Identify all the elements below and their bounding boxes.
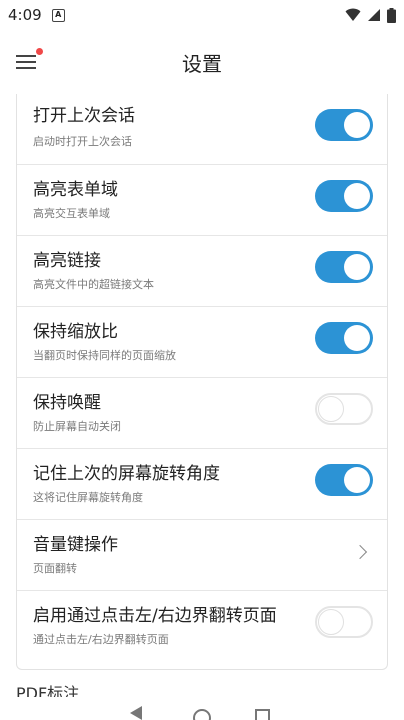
setting-subtitle: 高亮文件中的超链接文本 bbox=[33, 278, 154, 291]
cellular-signal-icon bbox=[368, 9, 380, 21]
toggle-knob bbox=[344, 112, 370, 138]
recents-icon bbox=[255, 709, 270, 720]
status-time: 4:09 bbox=[8, 6, 42, 24]
status-icons bbox=[345, 7, 396, 23]
setting-title: 音量键操作 bbox=[33, 535, 118, 555]
menu-button[interactable] bbox=[14, 48, 43, 74]
setting-keep-awake[interactable]: 保持唤醒 防止屏幕自动关闭 bbox=[17, 378, 387, 449]
setting-title: 启用通过点击左/右边界翻转页面 bbox=[33, 606, 277, 626]
setting-title: 保持唤醒 bbox=[33, 393, 101, 413]
toggle-knob bbox=[318, 609, 344, 635]
home-icon bbox=[193, 709, 211, 720]
toggle-knob bbox=[344, 254, 370, 280]
status-bar: 4:09 A bbox=[0, 0, 404, 30]
toggle-switch[interactable] bbox=[315, 464, 373, 496]
notification-icon: A bbox=[51, 8, 65, 22]
settings-list: 打开上次会话 启动时打开上次会话 高亮表单域 高亮交互表单域 高亮链接 高亮文件… bbox=[16, 94, 388, 670]
setting-subtitle: 当翻页时保持同样的页面缩放 bbox=[33, 349, 176, 362]
battery-icon bbox=[387, 7, 396, 23]
setting-title: 高亮链接 bbox=[33, 251, 101, 271]
navigation-bar bbox=[0, 700, 404, 720]
setting-subtitle: 启动时打开上次会话 bbox=[33, 135, 132, 148]
toggle-switch[interactable] bbox=[315, 322, 373, 354]
setting-subtitle: 这将记住屏幕旋转角度 bbox=[33, 491, 143, 504]
setting-title: 保持缩放比 bbox=[33, 322, 118, 342]
page-title: 设置 bbox=[182, 51, 222, 76]
setting-open-last-session[interactable]: 打开上次会话 启动时打开上次会话 bbox=[17, 94, 387, 165]
setting-tap-edge-flip[interactable]: 启用通过点击左/右边界翻转页面 通过点击左/右边界翻转页面 bbox=[17, 591, 387, 669]
setting-volume-key-action[interactable]: 音量键操作 页面翻转 bbox=[17, 520, 387, 591]
app-bar: 设置 bbox=[0, 30, 404, 94]
setting-subtitle: 防止屏幕自动关闭 bbox=[33, 420, 121, 433]
setting-subtitle: 页面翻转 bbox=[33, 562, 77, 575]
notification-dot bbox=[36, 48, 43, 55]
section-header-pdf-annotation: PDF标注 bbox=[16, 684, 80, 697]
setting-highlight-links[interactable]: 高亮链接 高亮文件中的超链接文本 bbox=[17, 236, 387, 307]
toggle-knob bbox=[344, 467, 370, 493]
toggle-knob bbox=[318, 396, 344, 422]
setting-title: 记住上次的屏幕旋转角度 bbox=[33, 464, 220, 484]
setting-title: 打开上次会话 bbox=[33, 106, 135, 126]
toggle-switch[interactable] bbox=[315, 180, 373, 212]
toggle-switch[interactable] bbox=[315, 606, 373, 638]
chevron-right-icon bbox=[352, 544, 368, 560]
setting-keep-zoom[interactable]: 保持缩放比 当翻页时保持同样的页面缩放 bbox=[17, 307, 387, 378]
toggle-switch[interactable] bbox=[315, 251, 373, 283]
toggle-knob bbox=[344, 325, 370, 351]
toggle-switch[interactable] bbox=[315, 109, 373, 141]
toggle-knob bbox=[344, 183, 370, 209]
setting-subtitle: 通过点击左/右边界翻转页面 bbox=[33, 633, 169, 646]
setting-highlight-form-fields[interactable]: 高亮表单域 高亮交互表单域 bbox=[17, 165, 387, 236]
setting-subtitle: 高亮交互表单域 bbox=[33, 207, 110, 220]
setting-remember-rotation[interactable]: 记住上次的屏幕旋转角度 这将记住屏幕旋转角度 bbox=[17, 449, 387, 520]
setting-title: 高亮表单域 bbox=[33, 180, 118, 200]
toggle-switch[interactable] bbox=[315, 393, 373, 425]
back-icon bbox=[130, 706, 142, 720]
nav-buttons bbox=[130, 706, 270, 720]
wifi-icon bbox=[345, 8, 361, 21]
